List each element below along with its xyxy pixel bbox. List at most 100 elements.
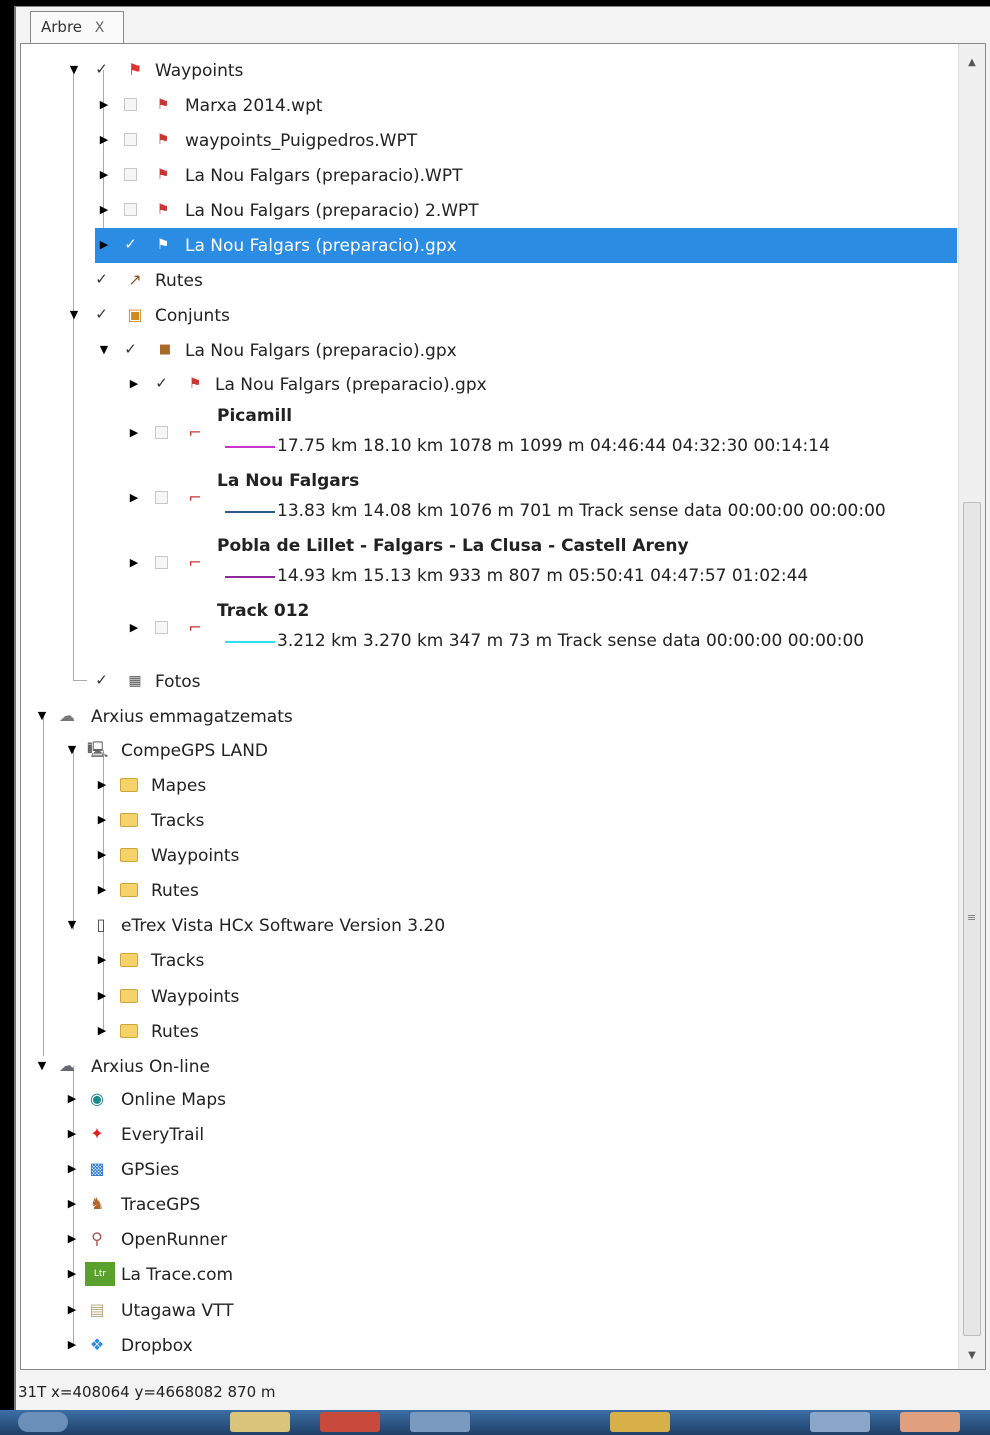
expand-arrow-icon[interactable]: ▶ bbox=[67, 1268, 77, 1280]
expand-arrow-icon[interactable]: ▶ bbox=[97, 1025, 107, 1037]
checkbox-unchecked[interactable] bbox=[155, 621, 168, 634]
expand-arrow-icon[interactable]: ▶ bbox=[129, 622, 139, 634]
expand-arrow-icon[interactable]: ▶ bbox=[129, 492, 139, 504]
checkbox-checked[interactable]: ✓ bbox=[155, 376, 168, 391]
expand-arrow-icon[interactable]: ▶ bbox=[129, 427, 139, 439]
tab-close-icon[interactable]: X bbox=[95, 20, 105, 36]
expand-arrow-icon[interactable]: ▶ bbox=[67, 1128, 77, 1140]
tree-node-service[interactable]: ▶ ⚲ OpenRunner bbox=[21, 1222, 957, 1257]
collapse-arrow-icon[interactable]: ▼ bbox=[37, 710, 47, 722]
tree-view[interactable]: ▼ ✓ ⚑ Waypoints ▶ ⚑ Marxa 2014.wpt ▶ ⚑ w… bbox=[21, 44, 959, 1369]
expand-arrow-icon[interactable]: ▶ bbox=[97, 954, 107, 966]
tree-node-folder[interactable]: ▶ Rutes bbox=[21, 1014, 957, 1049]
checkbox-checked[interactable]: ✓ bbox=[95, 673, 108, 688]
expand-arrow-icon[interactable]: ▶ bbox=[67, 1339, 77, 1351]
scroll-thumb[interactable]: ≡ bbox=[963, 502, 981, 1336]
tree-node-conjunts[interactable]: ▼ ✓ ▣ Conjunts bbox=[21, 298, 957, 333]
tree-node-folder[interactable]: ▶ Tracks bbox=[21, 803, 957, 838]
scroll-up-arrow-icon[interactable]: ▲ bbox=[959, 50, 985, 76]
waypoint-file-icon: ⚑ bbox=[156, 237, 170, 253]
tree-node-folder[interactable]: ▶ Waypoints bbox=[21, 979, 957, 1014]
checkbox-unchecked[interactable] bbox=[124, 133, 137, 146]
tracegps-icon: ♞ bbox=[89, 1194, 105, 1213]
collapse-arrow-icon[interactable]: ▼ bbox=[99, 344, 109, 356]
expand-arrow-icon[interactable]: ▶ bbox=[67, 1093, 77, 1105]
checkbox-unchecked[interactable] bbox=[155, 491, 168, 504]
tree-node-online-files[interactable]: ▼ ☁ Arxius On-line bbox=[21, 1049, 957, 1084]
expand-arrow-icon[interactable]: ▶ bbox=[99, 134, 109, 146]
collapse-arrow-icon[interactable]: ▼ bbox=[37, 1060, 47, 1072]
collapse-arrow-icon[interactable]: ▼ bbox=[69, 309, 79, 321]
scroll-down-arrow-icon[interactable]: ▼ bbox=[959, 1343, 985, 1369]
expand-arrow-icon[interactable]: ▶ bbox=[99, 239, 109, 251]
taskbar-app-button[interactable] bbox=[410, 1412, 470, 1432]
node-label: La Nou Falgars (preparacio).gpx bbox=[185, 236, 457, 256]
collapse-arrow-icon[interactable]: ▼ bbox=[69, 64, 79, 76]
tree-node-folder[interactable]: ▶ Rutes bbox=[21, 873, 957, 908]
tree-node-waypoints[interactable]: ▼ ✓ ⚑ Waypoints bbox=[21, 53, 957, 88]
checkbox-checked[interactable]: ✓ bbox=[124, 237, 137, 252]
tree-node-service[interactable]: ▶ ✦ EveryTrail bbox=[21, 1117, 957, 1152]
collapse-arrow-icon[interactable]: ▼ bbox=[67, 744, 77, 756]
tab-arbre[interactable]: Arbre X bbox=[30, 11, 124, 43]
expand-arrow-icon[interactable]: ▶ bbox=[67, 1304, 77, 1316]
tree-node-folder[interactable]: ▶ Mapes bbox=[21, 768, 957, 803]
vertical-scrollbar[interactable]: ▲ ≡ ▼ bbox=[958, 44, 985, 1369]
checkbox-unchecked[interactable] bbox=[124, 98, 137, 111]
expand-arrow-icon[interactable]: ▶ bbox=[97, 849, 107, 861]
taskbar-app-button[interactable] bbox=[900, 1412, 960, 1432]
track-item[interactable]: Track 012 ▶ ⌐ 3.212 km 3.270 km 347 m 73… bbox=[21, 595, 957, 661]
tree-node-set-waypoints[interactable]: ▶ ✓ ⚑ La Nou Falgars (preparacio).gpx bbox=[21, 367, 957, 402]
tree-node-fotos[interactable]: ✓ ▦ Fotos bbox=[21, 664, 957, 699]
expand-arrow-icon[interactable]: ▶ bbox=[97, 990, 107, 1002]
expand-arrow-icon[interactable]: ▶ bbox=[99, 99, 109, 111]
tree-node-folder[interactable]: ▶ Waypoints bbox=[21, 838, 957, 873]
track-item[interactable]: La Nou Falgars ▶ ⌐ 13.83 km 14.08 km 107… bbox=[21, 465, 957, 531]
taskbar-app-button[interactable] bbox=[320, 1412, 380, 1432]
checkbox-unchecked[interactable] bbox=[124, 168, 137, 181]
tree-node-wpt-file[interactable]: ▶ ⚑ Marxa 2014.wpt bbox=[21, 88, 957, 123]
tree-node-folder[interactable]: ▶ Tracks bbox=[21, 943, 957, 978]
node-label: CompeGPS LAND bbox=[121, 741, 268, 761]
checkbox-checked[interactable]: ✓ bbox=[95, 272, 108, 287]
tree-node-etrex[interactable]: ▼ ▯ eTrex Vista HCx Software Version 3.2… bbox=[21, 908, 957, 943]
tree-node-wpt-file-selected[interactable]: ▶ ✓ ⚑ La Nou Falgars (preparacio).gpx bbox=[95, 228, 957, 263]
waypoint-file-icon: ⚑ bbox=[156, 97, 170, 113]
tree-node-wpt-file[interactable]: ▶ ⚑ waypoints_Puigpedros.WPT bbox=[21, 123, 957, 158]
expand-arrow-icon[interactable]: ▶ bbox=[129, 378, 139, 390]
expand-arrow-icon[interactable]: ▶ bbox=[67, 1163, 77, 1175]
expand-arrow-icon[interactable]: ▶ bbox=[99, 204, 109, 216]
checkbox-unchecked[interactable] bbox=[155, 426, 168, 439]
checkbox-unchecked[interactable] bbox=[155, 556, 168, 569]
expand-arrow-icon[interactable]: ▶ bbox=[97, 884, 107, 896]
track-item[interactable]: Picamill ▶ ⌐ 17.75 km 18.10 km 1078 m 10… bbox=[21, 400, 957, 466]
expand-arrow-icon[interactable]: ▶ bbox=[67, 1198, 77, 1210]
expand-arrow-icon[interactable]: ▶ bbox=[129, 557, 139, 569]
checkbox-checked[interactable]: ✓ bbox=[95, 307, 108, 322]
taskbar-app-button[interactable] bbox=[810, 1412, 870, 1432]
checkbox-unchecked[interactable] bbox=[124, 203, 137, 216]
tree-node-stored-files[interactable]: ▼ ☁ Arxius emmagatzemats bbox=[21, 699, 957, 734]
tree-node-service[interactable]: ▶ ◉ Online Maps bbox=[21, 1082, 957, 1117]
tree-node-wpt-file[interactable]: ▶ ⚑ La Nou Falgars (preparacio) 2.WPT bbox=[21, 193, 957, 228]
tree-node-set[interactable]: ▼ ✓ ■ La Nou Falgars (preparacio).gpx bbox=[21, 333, 957, 368]
track-item[interactable]: Pobla de Lillet - Falgars - La Clusa - C… bbox=[21, 530, 957, 596]
tree-node-service[interactable]: ▶ Ltr La Trace.com bbox=[21, 1257, 957, 1292]
taskbar-app-button[interactable] bbox=[610, 1412, 670, 1432]
tree-node-wpt-file[interactable]: ▶ ⚑ La Nou Falgars (preparacio).WPT bbox=[21, 158, 957, 193]
expand-arrow-icon[interactable]: ▶ bbox=[97, 814, 107, 826]
tree-node-service[interactable]: ▶ ♞ TraceGPS bbox=[21, 1187, 957, 1222]
tree-node-rutes[interactable]: ✓ ↗ Rutes bbox=[21, 263, 957, 298]
start-button[interactable] bbox=[18, 1412, 68, 1432]
expand-arrow-icon[interactable]: ▶ bbox=[67, 1233, 77, 1245]
tree-node-service[interactable]: ▶ ▤ Utagawa VTT bbox=[21, 1293, 957, 1328]
taskbar-app-button[interactable] bbox=[230, 1412, 290, 1432]
checkbox-checked[interactable]: ✓ bbox=[124, 342, 137, 357]
checkbox-checked[interactable]: ✓ bbox=[95, 62, 108, 77]
collapse-arrow-icon[interactable]: ▼ bbox=[67, 919, 77, 931]
tree-node-service[interactable]: ▶ ❖ Dropbox bbox=[21, 1328, 957, 1363]
tree-node-service[interactable]: ▶ ▩ GPSies bbox=[21, 1152, 957, 1187]
expand-arrow-icon[interactable]: ▶ bbox=[97, 779, 107, 791]
expand-arrow-icon[interactable]: ▶ bbox=[99, 169, 109, 181]
tree-node-compegps[interactable]: ▼ 🖳 CompeGPS LAND bbox=[21, 733, 957, 768]
